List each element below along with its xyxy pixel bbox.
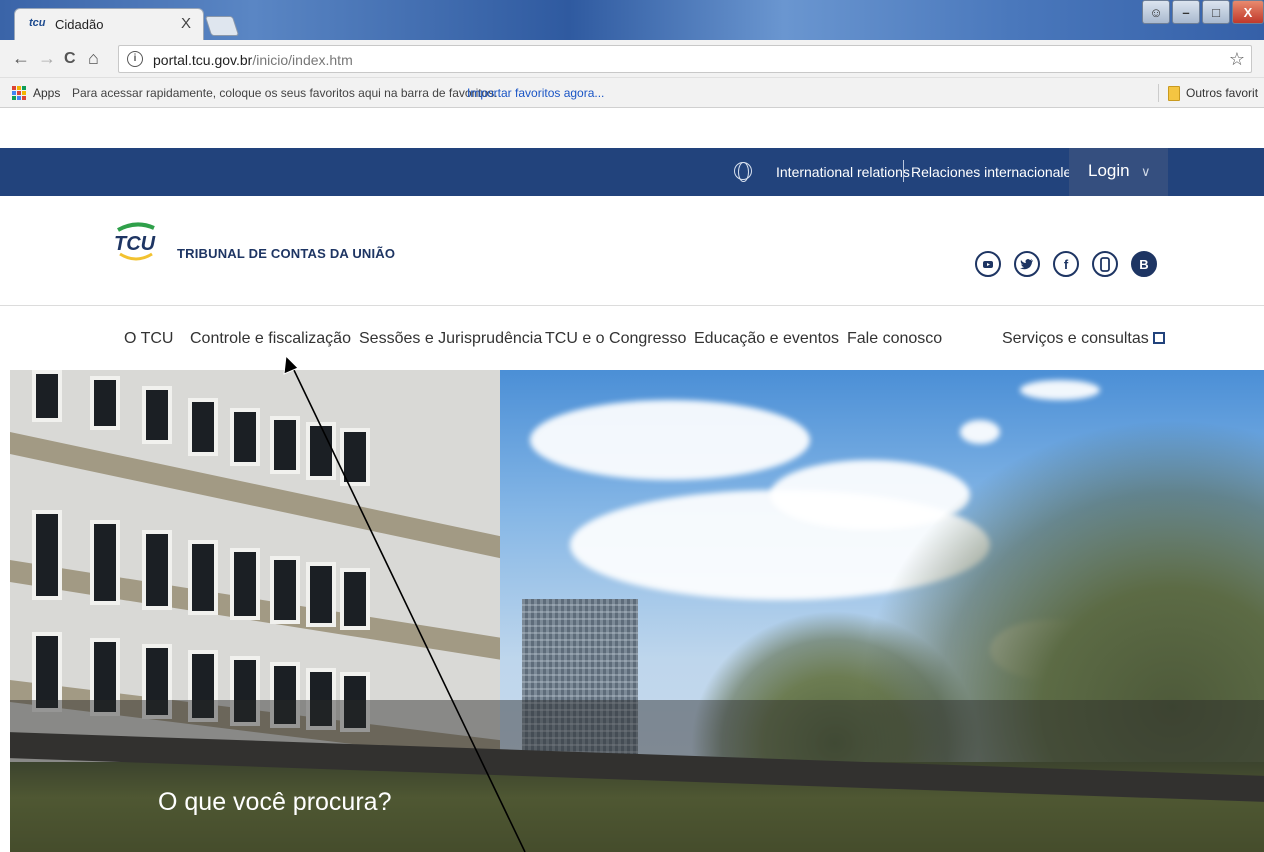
blogger-icon[interactable]: B (1131, 251, 1157, 277)
folder-icon (1168, 86, 1180, 101)
header-divider (0, 305, 1264, 306)
hero-banner: O que você procura? (10, 370, 1264, 852)
import-bookmarks-link[interactable]: Importar favoritos agora... (467, 86, 604, 100)
tab-title: Cidadão (55, 17, 104, 32)
social-links: f B (975, 251, 1157, 277)
forward-button[interactable]: → (38, 48, 56, 69)
topbar-divider (903, 160, 904, 182)
bookmarks-bar: Apps Para acessar rapidamente, coloque o… (0, 78, 1264, 108)
window-controls: ☺ – □ X (1142, 0, 1264, 26)
tcu-logo-icon: TCU (114, 222, 156, 261)
reload-button[interactable]: C (64, 50, 76, 68)
servicos-label: Serviços e consultas (1002, 330, 1149, 347)
nav-item-sessoes-e-jurisprudencia[interactable]: Sessões e Jurisprudência (359, 330, 542, 348)
other-bookmarks-link[interactable]: Outros favorit (1186, 86, 1258, 100)
site-topbar: International relations Relaciones inter… (0, 148, 1264, 196)
tab-close-button[interactable]: X (181, 15, 191, 32)
address-url: portal.tcu.gov.br/inicio/index.htm (153, 52, 353, 68)
minimize-button[interactable]: – (1172, 0, 1200, 24)
user-icon[interactable]: ☺ (1142, 0, 1170, 24)
svg-text:TCU: TCU (114, 233, 156, 255)
nav-item-o-tcu[interactable]: O TCU (124, 330, 173, 348)
login-label: Login (1088, 161, 1130, 180)
login-button[interactable]: Login ∨ (1069, 148, 1168, 196)
mobile-icon[interactable] (1092, 251, 1118, 277)
logo-text: TRIBUNAL DE CONTAS DA UNIÃO (177, 246, 396, 261)
address-bar[interactable]: i portal.tcu.gov.br/inicio/index.htm ☆ (118, 45, 1252, 73)
bookmarks-divider (1158, 84, 1159, 102)
tab-favicon-icon: tcu (29, 17, 46, 29)
globe-icon (734, 162, 752, 182)
url-host: portal.tcu.gov.br (153, 52, 253, 68)
home-button[interactable]: ⌂ (88, 48, 99, 69)
relaciones-internacionales-link[interactable]: Relaciones internacionales (911, 164, 1078, 180)
facebook-icon[interactable]: f (1053, 251, 1079, 277)
url-path: /inicio/index.htm (252, 52, 353, 68)
browser-tab[interactable]: tcu Cidadão X (14, 8, 204, 40)
web-page: International relations Relaciones inter… (0, 108, 1264, 852)
bookmarks-hint: Para acessar rapidamente, coloque os seu… (72, 86, 498, 100)
apps-link[interactable]: Apps (33, 86, 60, 100)
browser-toolbar: ← → C ⌂ i portal.tcu.gov.br/inicio/index… (0, 40, 1264, 78)
international-relations-link[interactable]: International relations (776, 164, 910, 180)
bookmark-star-icon[interactable]: ☆ (1229, 49, 1245, 70)
site-info-icon[interactable]: i (127, 51, 143, 67)
apps-grid-icon[interactable] (12, 86, 26, 100)
nav-item-servicos-e-consultas[interactable]: Serviços e consultas (1002, 330, 1165, 348)
nav-item-educacao-e-eventos[interactable]: Educação e eventos (694, 330, 839, 348)
close-window-button[interactable]: X (1232, 0, 1264, 24)
youtube-icon[interactable] (975, 251, 1001, 277)
main-navigation: O TCU Controle e fiscalização Sessões e … (0, 328, 1264, 358)
back-button[interactable]: ← (12, 48, 30, 69)
search-heading: O que você procura? (158, 788, 392, 816)
nav-item-fale-conosco[interactable]: Fale conosco (847, 330, 942, 348)
search-band: O que você procura? (10, 700, 1264, 852)
browser-tabstrip: tcu Cidadão X ☺ – □ X (0, 0, 1264, 40)
external-link-icon (1152, 332, 1165, 344)
new-tab-button[interactable] (204, 16, 240, 36)
nav-item-controle-e-fiscalizacao[interactable]: Controle e fiscalização (190, 330, 351, 348)
twitter-icon[interactable] (1014, 251, 1040, 277)
maximize-button[interactable]: □ (1202, 0, 1230, 24)
chevron-down-icon: ∨ (1141, 164, 1151, 179)
nav-item-tcu-e-o-congresso[interactable]: TCU e o Congresso (545, 330, 686, 348)
